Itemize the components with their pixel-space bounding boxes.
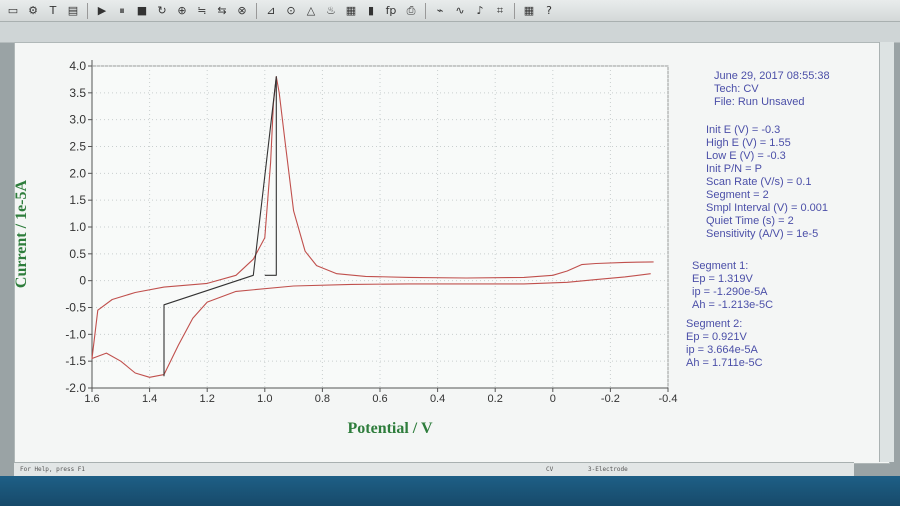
y-tick-label: 4.0 <box>69 59 86 73</box>
info-line: File: Run Unsaved <box>714 96 805 108</box>
info-line: Ep = 1.319V <box>692 273 753 285</box>
info-line: Ah = 1.711e-5C <box>686 357 763 369</box>
x-tick-label: 1.6 <box>84 393 99 405</box>
status-help-text: For Help, press F1 <box>20 466 86 473</box>
x-tick-label: -0.2 <box>601 393 620 405</box>
x-tick-label: 0.2 <box>488 393 503 405</box>
x-tick-label: 1.2 <box>200 393 215 405</box>
status-bar: For Help, press F1 CV 3-Electrode <box>14 462 854 476</box>
info-line: Ep = 0.921V <box>686 331 747 343</box>
y-tick-label: 2.5 <box>69 140 86 154</box>
info-line: Ah = -1.213e-5C <box>692 299 774 311</box>
x-axis-label: Potential / V <box>347 420 433 437</box>
info-line: Init E (V) = -0.3 <box>706 124 781 136</box>
info-line: Sensitivity (A/V) = 1e-5 <box>706 228 819 240</box>
y-tick-label: 1.0 <box>69 220 86 234</box>
info-line: Smpl Interval (V) = 0.001 <box>706 202 828 214</box>
info-line: ip = 3.664e-5A <box>686 344 758 356</box>
x-tick-label: 1.4 <box>142 393 157 405</box>
y-tick-label: 0.5 <box>69 247 86 261</box>
info-line: Segment 2: <box>686 318 743 330</box>
x-tick-label: 0.8 <box>315 393 330 405</box>
info-line: Low E (V) = -0.3 <box>706 150 786 162</box>
info-line: ip = -1.290e-5A <box>692 286 768 298</box>
info-line: June 29, 2017 08:55:38 <box>714 70 830 82</box>
y-tick-label: -1.0 <box>65 327 86 341</box>
info-line: Quiet Time (s) = 2 <box>706 215 794 227</box>
y-tick-label: 1.5 <box>69 193 86 207</box>
info-line: Segment = 2 <box>706 189 769 201</box>
info-line: Scan Rate (V/s) = 0.1 <box>706 176 812 188</box>
info-line: High E (V) = 1.55 <box>706 137 791 149</box>
status-technique: CV <box>546 466 554 473</box>
taskbar <box>0 476 900 506</box>
y-tick-label: 3.0 <box>69 113 86 127</box>
x-tick-label: 0 <box>550 393 556 405</box>
info-line: Init P/N = P <box>706 163 762 175</box>
y-tick-label: 3.5 <box>69 86 86 100</box>
y-tick-label: 0 <box>79 274 86 288</box>
x-tick-label: 0.4 <box>430 393 445 405</box>
info-line: Tech: CV <box>714 83 759 95</box>
x-tick-label: -0.4 <box>659 393 678 405</box>
y-tick-label: 2.0 <box>69 166 86 180</box>
info-line: Segment 1: <box>692 260 749 272</box>
x-tick-label: 0.6 <box>372 393 387 405</box>
y-tick-label: -0.5 <box>65 301 86 315</box>
x-tick-label: 1.0 <box>257 393 272 405</box>
y-tick-label: -2.0 <box>65 381 86 395</box>
y-tick-label: -1.5 <box>65 354 86 368</box>
y-axis-label: Current / 1e-5A <box>13 179 30 289</box>
status-electrode: 3-Electrode <box>588 466 628 473</box>
